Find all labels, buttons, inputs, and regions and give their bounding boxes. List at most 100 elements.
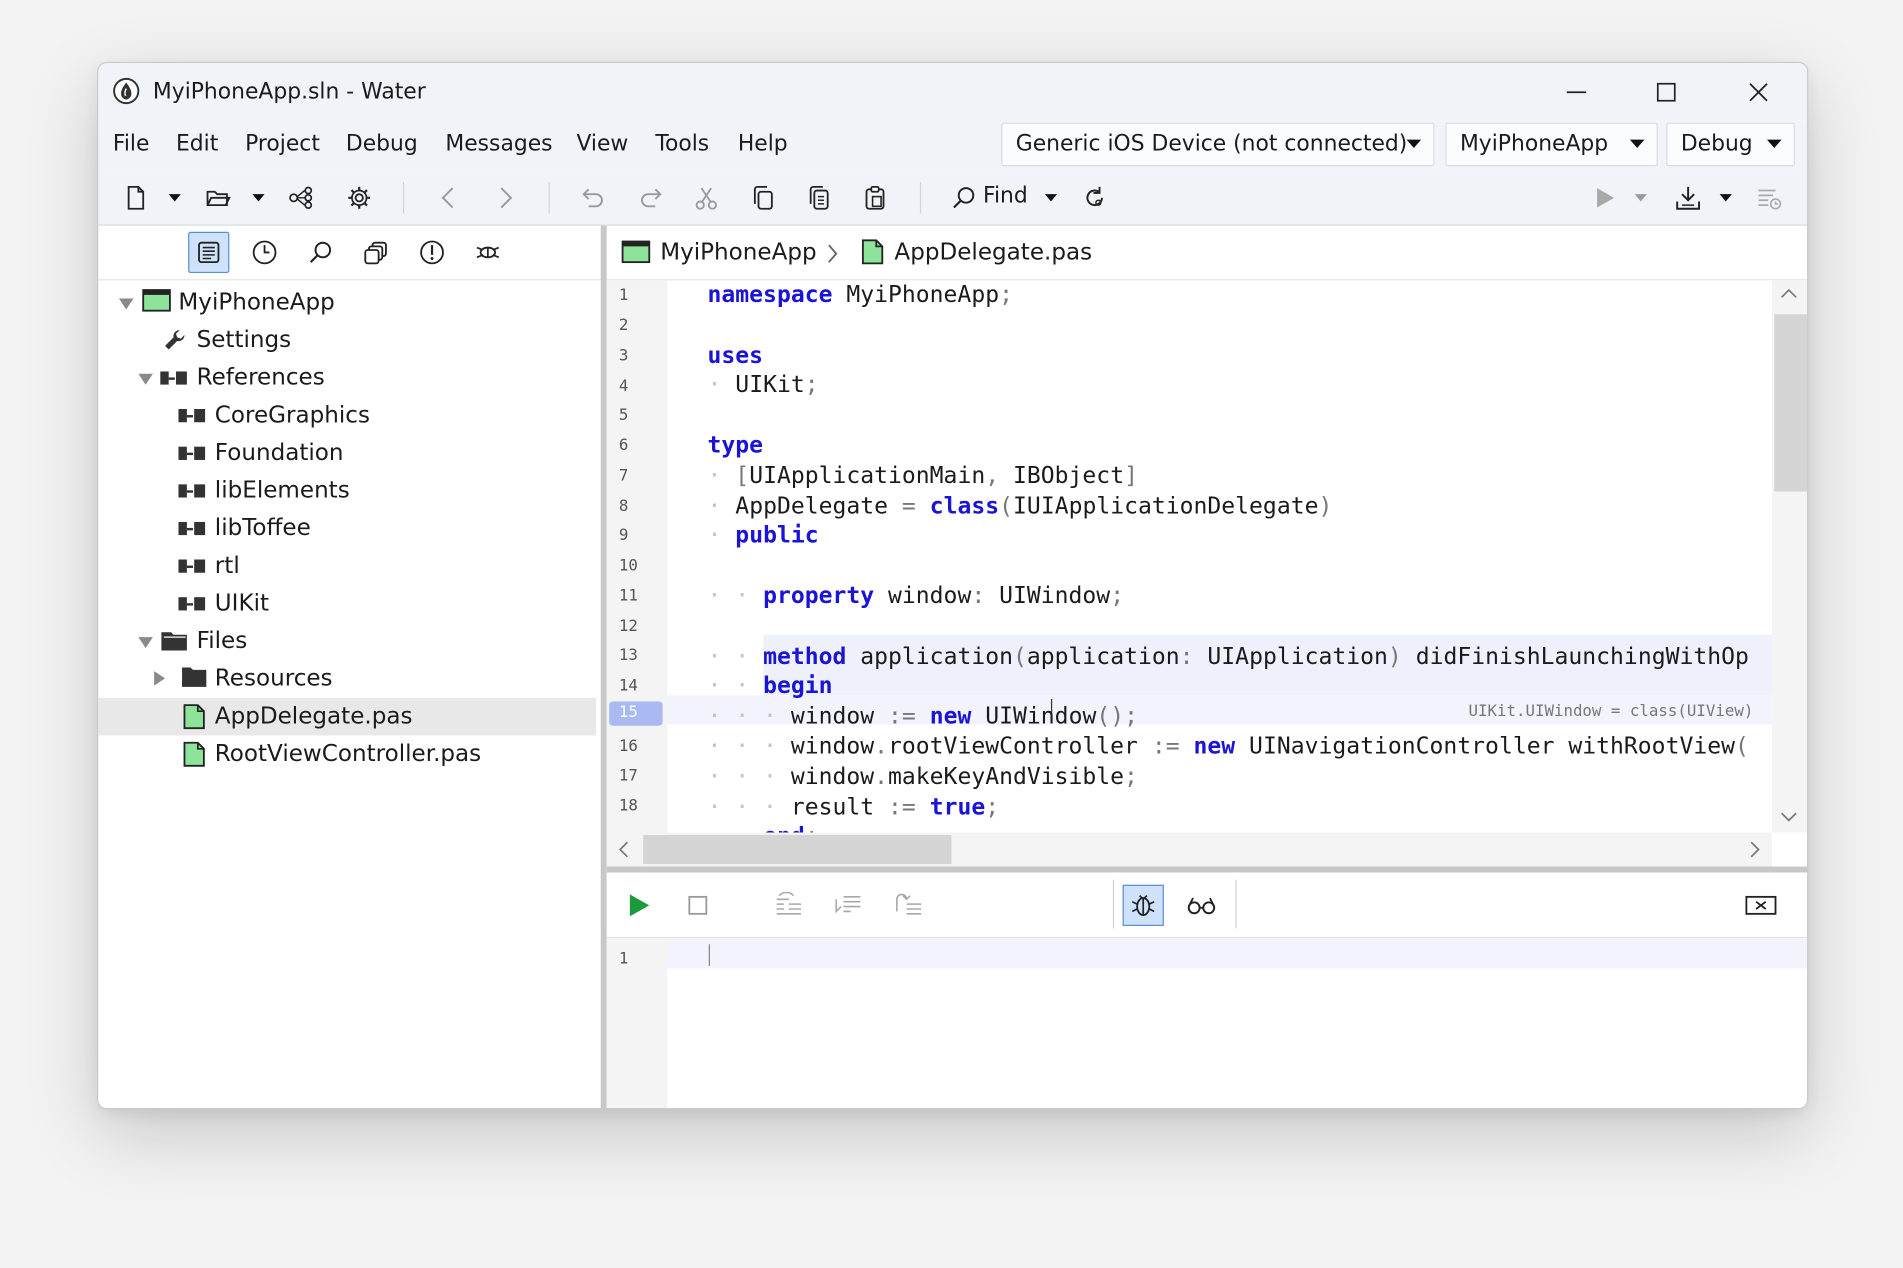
run-button[interactable] — [1586, 180, 1622, 216]
tree-item-reference[interactable]: rtl — [98, 547, 596, 585]
expand-icon[interactable] — [138, 637, 153, 649]
tree-item-label: libToffee — [214, 514, 311, 542]
find-button-label[interactable]: Find — [983, 183, 1028, 208]
minimize-button[interactable] — [1533, 63, 1620, 121]
tab-copies[interactable] — [356, 232, 397, 273]
toolbar: Find — [98, 169, 1808, 226]
project-selector[interactable]: MyiPhoneApp — [1445, 122, 1658, 167]
horizontal-scrollbar[interactable] — [606, 832, 1772, 867]
chevron-down-icon[interactable] — [1044, 194, 1058, 202]
open-folder-icon — [206, 190, 231, 207]
settings-button[interactable] — [341, 180, 377, 216]
step-over-icon — [776, 891, 801, 915]
chevron-left-icon[interactable] — [618, 841, 630, 858]
navigate-forward-button[interactable] — [487, 180, 523, 216]
new-file-button[interactable] — [118, 180, 154, 216]
tree-item-file-selected[interactable]: AppDelegate.pas — [98, 697, 596, 736]
tree-item-label: Foundation — [214, 439, 344, 467]
step-over-button[interactable] — [768, 885, 809, 926]
code-line: · · method application(application: UIAp… — [707, 642, 1749, 670]
tree-item-reference[interactable]: Foundation — [98, 434, 596, 472]
chevron-down-icon[interactable] — [1719, 194, 1732, 202]
scheme-button[interactable] — [283, 180, 319, 216]
watch-button[interactable] — [1181, 885, 1222, 926]
search-icon — [309, 241, 332, 263]
tab-history[interactable] — [244, 232, 285, 273]
vertical-scrollbar[interactable] — [1771, 280, 1808, 833]
output-current-line[interactable] — [667, 938, 1808, 969]
refresh-build-button[interactable] — [1076, 180, 1112, 216]
menu-file[interactable]: File — [113, 131, 150, 156]
code-text-area[interactable]: UIKit.UIWindow = class(UIView) namespace… — [667, 280, 1772, 833]
maximize-button[interactable] — [1623, 63, 1710, 121]
copy-all-button[interactable] — [801, 180, 837, 216]
tree-item-reference[interactable]: libElements — [98, 472, 596, 510]
menu-view[interactable]: View — [576, 131, 628, 156]
find-button[interactable] — [945, 180, 981, 216]
project-icon — [142, 289, 171, 312]
hierarchy-icon — [289, 186, 313, 209]
tree-item-resources[interactable]: Resources — [98, 660, 596, 698]
tab-search[interactable] — [300, 232, 341, 273]
sidebar-tabs — [98, 226, 601, 281]
code-line: · · · window.makeKeyAndVisible; — [707, 763, 1138, 790]
chevron-down-icon[interactable] — [168, 194, 181, 202]
debug-stop-button[interactable] — [677, 885, 718, 926]
configuration-selector[interactable]: Debug — [1666, 122, 1795, 167]
tree-item-project[interactable]: MyiPhoneApp — [98, 284, 596, 322]
list-clock-icon — [1758, 189, 1782, 210]
menu-debug[interactable]: Debug — [346, 131, 418, 156]
vertical-scroll-thumb[interactable] — [1774, 314, 1808, 492]
debug-view-button[interactable] — [1122, 884, 1164, 926]
navigate-back-button[interactable] — [431, 180, 467, 216]
paste-button[interactable] — [857, 180, 893, 216]
menu-help[interactable]: Help — [738, 131, 788, 156]
redo-button[interactable] — [633, 180, 669, 216]
close-button[interactable] — [1715, 63, 1802, 121]
step-into-button[interactable] — [828, 885, 869, 926]
open-button[interactable] — [200, 180, 236, 216]
copy-lines-icon — [809, 185, 829, 210]
breadcrumb-file[interactable]: AppDelegate.pas — [894, 239, 1092, 266]
chevron-down-icon[interactable] — [1634, 194, 1647, 202]
expand-icon[interactable] — [118, 298, 134, 310]
tree-item-files[interactable]: Files — [98, 623, 596, 661]
menu-messages[interactable]: Messages — [445, 131, 552, 156]
device-selector[interactable]: Generic iOS Device (not connected) — [1001, 122, 1435, 167]
menu-tools[interactable]: Tools — [655, 131, 709, 156]
chevron-down-icon[interactable] — [1780, 811, 1797, 823]
undo-button[interactable] — [574, 180, 610, 216]
copy-button[interactable] — [745, 180, 781, 216]
build-output-button[interactable] — [1751, 180, 1787, 216]
code-line: uses — [707, 341, 764, 369]
horizontal-scroll-thumb[interactable] — [643, 834, 952, 865]
chevron-down-icon[interactable] — [252, 194, 265, 202]
chevron-up-icon[interactable] — [1780, 288, 1797, 300]
deploy-button[interactable] — [1670, 180, 1706, 216]
step-out-button[interactable] — [888, 885, 929, 926]
debug-run-button[interactable] — [618, 885, 659, 926]
tree-item-file[interactable]: RootViewController.pas — [98, 735, 596, 773]
open-folder-icon — [161, 632, 187, 651]
cut-button[interactable] — [688, 180, 724, 216]
tree-item-reference[interactable]: UIKit — [98, 585, 596, 623]
menu-edit[interactable]: Edit — [176, 131, 218, 156]
expand-icon[interactable] — [154, 671, 166, 686]
tree-item-reference[interactable]: CoreGraphics — [98, 397, 596, 435]
expand-icon[interactable] — [138, 373, 153, 385]
tree-item-references[interactable]: References — [98, 359, 596, 397]
tab-solution[interactable] — [188, 231, 230, 274]
ide-window: MyiPhoneApp.sln - Water File Edit Projec… — [97, 61, 1809, 1110]
tab-debug[interactable] — [467, 232, 508, 273]
tab-issues[interactable] — [411, 232, 452, 273]
breadcrumb-project[interactable]: MyiPhoneApp — [660, 239, 816, 266]
clear-output-button[interactable] — [1740, 885, 1781, 926]
chevron-right-icon[interactable] — [1749, 841, 1761, 858]
scissors-icon — [695, 187, 717, 210]
step-into-icon — [835, 896, 861, 914]
stacked-windows-icon — [364, 241, 387, 265]
tree-item-settings[interactable]: Settings — [98, 322, 596, 360]
menu-project[interactable]: Project — [245, 131, 320, 156]
tree-item-reference[interactable]: libToffee — [98, 510, 596, 548]
line-number: 5 — [618, 406, 629, 425]
